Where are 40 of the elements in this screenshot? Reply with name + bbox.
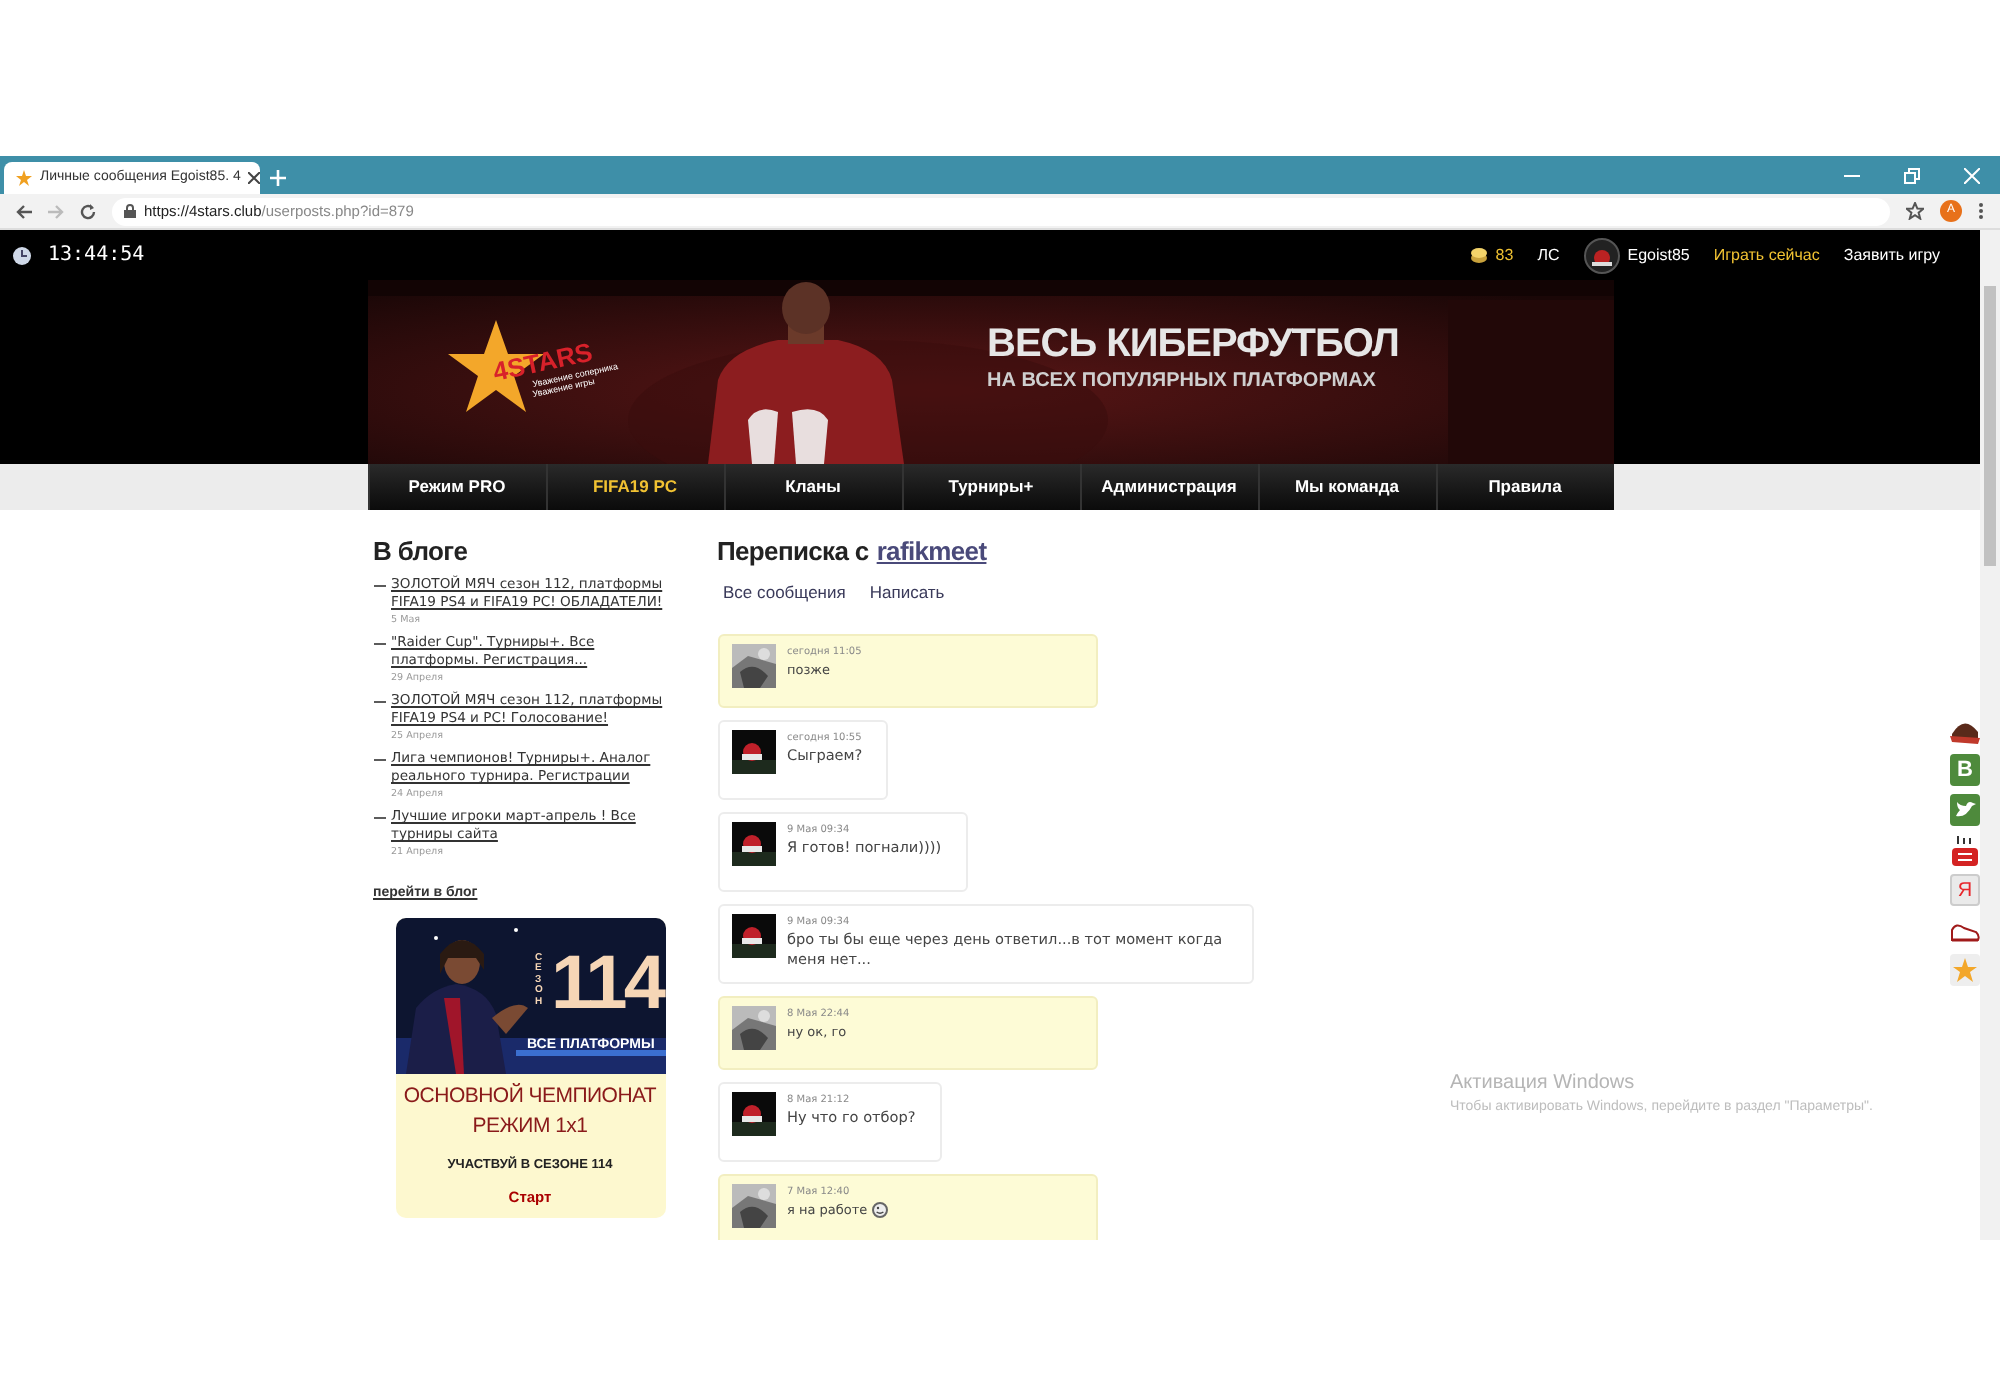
messages-link[interactable]: ЛС <box>1537 243 1560 267</box>
back-icon[interactable] <box>16 203 32 219</box>
partner-link[interactable]: rafikmeet <box>876 538 987 564</box>
restore-icon[interactable] <box>1904 167 1920 183</box>
banner-subheadline: НА ВСЕХ ПОПУЛЯРНЫХ ПЛАТФОРМАХ <box>987 370 1376 395</box>
play-now-link[interactable]: Играть сейчас <box>1713 243 1820 267</box>
conversation-tab[interactable]: Все сообщения <box>723 580 846 606</box>
lock-icon <box>124 204 136 218</box>
star-icon[interactable] <box>1950 954 1980 986</box>
nav-item[interactable]: FIFA19 PC <box>545 464 723 510</box>
bird-icon[interactable] <box>1950 794 1980 826</box>
scrollbar[interactable] <box>1980 230 2000 1240</box>
nav-item[interactable]: Режим PRO <box>367 464 545 510</box>
bookmark-star-icon[interactable] <box>1906 202 1924 220</box>
coins-icon <box>1469 246 1488 264</box>
username-link[interactable]: Egoist85 <box>1627 243 1690 267</box>
nav-item[interactable]: Мы команда <box>1257 464 1435 510</box>
clock-time: 13:44:54 <box>48 242 145 270</box>
nav-item[interactable]: Администрация <box>1079 464 1257 510</box>
nav-item[interactable]: Турниры+ <box>901 464 1079 510</box>
banner-headline: ВЕСЬ КИБЕРФУТБОЛ <box>987 320 1399 370</box>
activation-title: Активация Windows <box>1450 1070 1637 1098</box>
reload-icon[interactable] <box>80 203 96 219</box>
nav-item[interactable]: Кланы <box>723 464 901 510</box>
clock-icon <box>12 245 32 265</box>
promo-title: ОСНОВНОЙ ЧЕМПИОНАТ РЕЖИМ 1x1 <box>401 1081 659 1141</box>
vk-link[interactable]: В <box>1950 754 1980 786</box>
conversation-heading: Переписка с <box>717 538 869 564</box>
star-icon <box>16 170 32 186</box>
conversation-tab[interactable]: Написать <box>869 580 945 606</box>
blog-heading: В блоге <box>373 538 470 564</box>
video-icon[interactable] <box>1950 834 1980 866</box>
coin-count: 83 <box>1495 243 1514 267</box>
yandex-link[interactable]: Я <box>1950 874 1980 906</box>
menu-icon[interactable] <box>1978 202 1984 220</box>
claim-game-link[interactable]: Заявить игру <box>1843 243 1940 267</box>
nav-item[interactable]: Правила <box>1435 464 1613 510</box>
season-number: 114 <box>551 945 663 1021</box>
close-icon[interactable] <box>248 172 261 184</box>
user-avatar[interactable] <box>1583 237 1620 273</box>
